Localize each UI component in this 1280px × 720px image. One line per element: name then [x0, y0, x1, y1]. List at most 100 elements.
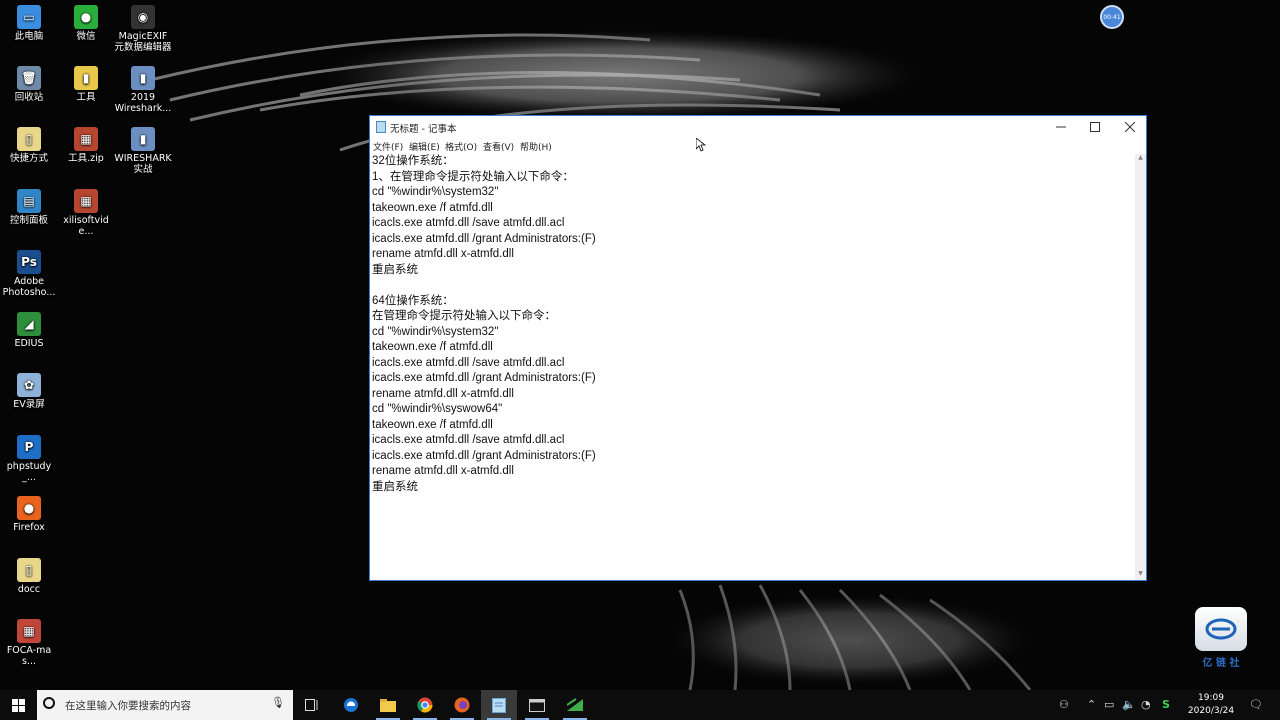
desktop-icon[interactable]: ▯ 快捷方式 — [0, 127, 58, 164]
desktop-app-icon: P — [17, 435, 41, 459]
text-line — [372, 278, 1135, 294]
text-line: 在管理命令提示符处输入以下命令： — [372, 310, 556, 322]
desktop-icon[interactable]: ◢ EDIUS — [0, 312, 58, 349]
desktop-icon[interactable]: ▦ 工具.zip — [57, 127, 115, 164]
text-line: cd "%windir%\system32" — [372, 186, 499, 198]
show-hidden-icons-chevron-icon[interactable]: ⌃ — [1087, 698, 1096, 711]
text-line: icacls.exe atmfd.dll /save atmfd.dll.acl — [372, 217, 565, 229]
desktop-icon-label: 工具.zip — [68, 153, 104, 164]
text-line: icacls.exe atmfd.dll /grant Administrato… — [372, 372, 596, 384]
desktop-icon[interactable]: ▯ docc — [0, 558, 58, 595]
desktop-icon[interactable]: ▤ 控制面板 — [0, 189, 58, 226]
notepad-icon — [492, 698, 506, 713]
menu-format[interactable]: 格式(O) — [445, 140, 477, 153]
maximize-icon — [1090, 122, 1100, 132]
taskbar-terminal[interactable] — [519, 690, 555, 720]
window-titlebar[interactable]: 无标题 - 记事本 — [370, 116, 1146, 138]
system-clock[interactable]: 19:09 2020/3/24 — [1176, 692, 1246, 718]
desktop-icon[interactable]: ● Firefox — [0, 496, 58, 533]
scroll-up-icon[interactable]: ▲ — [1135, 154, 1146, 164]
microphone-icon[interactable]: 🎙 — [271, 696, 285, 709]
desktop-icon[interactable]: ▦ FOCA-mas... — [0, 619, 58, 667]
desktop-app-icon: ▮ — [131, 66, 155, 90]
desktop-icon[interactable]: ✿ EV录屏 — [0, 373, 58, 410]
desktop-icon[interactable]: ▮ WIRESHARK 实战 — [114, 127, 172, 175]
desktop-icon-label: xilisoftvide... — [63, 215, 109, 237]
taskbar-file-explorer[interactable] — [370, 690, 406, 720]
desktop-icon-label: docc — [17, 584, 41, 595]
desktop-icon[interactable]: ▮ 工具 — [57, 66, 115, 103]
start-button[interactable] — [0, 690, 37, 720]
desktop-icon[interactable]: 🗑 回收站 — [0, 66, 58, 103]
taskbar-search[interactable]: 在这里输入你要搜索的内容 🎙 — [37, 690, 293, 720]
timer-badge: 00:41 — [1100, 5, 1124, 29]
desktop-icon[interactable]: ▮ 2019 Wireshark... — [114, 66, 172, 114]
desktop-icon[interactable]: ▦ xilisoftvide... — [57, 189, 115, 237]
close-button[interactable] — [1113, 116, 1147, 138]
notepad-window[interactable]: 无标题 - 记事本 文件(F) 编辑(E) 格式(O) 查看(V) 帮助(H) … — [369, 115, 1147, 581]
minimize-icon — [1056, 126, 1066, 128]
taskbar-edius[interactable] — [557, 690, 593, 720]
text-line: rename atmfd.dll x-atmfd.dll — [372, 248, 514, 260]
taskbar-notepad[interactable] — [481, 690, 517, 720]
text-line: 重启系统 — [372, 480, 418, 493]
desktop-app-icon: ● — [17, 496, 41, 520]
chrome-icon — [417, 697, 433, 713]
desktop-icon-label: Firefox — [13, 522, 45, 533]
desktop-app-icon: ▭ — [17, 5, 41, 29]
maximize-button[interactable] — [1078, 116, 1112, 138]
text-editor[interactable]: 32位操作系统： 1、在管理命令提示符处输入以下命令： cd "%windir%\s… — [370, 154, 1135, 580]
battery-icon[interactable]: ▭ — [1104, 698, 1114, 711]
desktop-app-icon: Ps — [17, 250, 41, 274]
desktop-app-icon: 🗑 — [17, 66, 41, 90]
text-line: icacls.exe atmfd.dll /grant Administrato… — [372, 449, 596, 462]
desktop-app-icon: ▤ — [17, 189, 41, 213]
desktop-icon[interactable]: ● 微信 — [57, 5, 115, 42]
scroll-down-icon[interactable]: ▼ — [1135, 570, 1146, 580]
desktop-icon-label: FOCA-mas... — [6, 645, 52, 667]
text-line: rename atmfd.dll x-atmfd.dll — [372, 465, 514, 477]
desktop-icon-label: MagicEXIF 元数据编辑器 — [114, 31, 172, 53]
firefox-icon — [454, 697, 470, 713]
taskbar-firefox[interactable] — [444, 690, 480, 720]
minimize-button[interactable] — [1044, 116, 1078, 138]
desktop-icon-label: 微信 — [76, 31, 96, 42]
window-title: 无标题 - 记事本 — [390, 124, 457, 135]
clock-date: 2020/3/24 — [1187, 706, 1235, 716]
volume-icon[interactable]: 🔈 — [1122, 698, 1136, 711]
task-view-icon — [305, 699, 318, 711]
desktop-icon[interactable]: Ps Adobe Photosho... — [0, 250, 58, 298]
terminal-icon — [529, 698, 545, 712]
text-line: takeown.exe /f atmfd.dll — [372, 418, 493, 431]
menu-help[interactable]: 帮助(H) — [520, 140, 552, 153]
watermark-text: 亿 链 社 — [1202, 658, 1240, 669]
text-line: takeown.exe /f atmfd.dll — [372, 341, 493, 353]
desktop-icon-label: Adobe Photosho... — [2, 276, 56, 298]
people-icon[interactable]: ⚇ — [1059, 698, 1069, 711]
taskbar-chrome[interactable] — [407, 690, 443, 720]
menu-edit[interactable]: 编辑(E) — [409, 140, 440, 153]
taskbar: 在这里输入你要搜索的内容 🎙 ⚇ ⌃ ▭ 🔈 ◔ S 19:09 2020/3/… — [0, 690, 1280, 720]
text-line: icacls.exe atmfd.dll /save atmfd.dll.acl — [372, 356, 565, 369]
desktop-app-icon: ▯ — [17, 558, 41, 582]
desktop-icon[interactable]: ◉ MagicEXIF 元数据编辑器 — [114, 5, 172, 53]
taskbar-edge[interactable] — [333, 690, 369, 720]
desktop-icon-label: 工具 — [76, 92, 96, 103]
vertical-scrollbar[interactable]: ▲ ▼ — [1135, 154, 1146, 580]
windows-logo-icon — [12, 698, 25, 712]
app-tray-icon[interactable]: S — [1162, 698, 1170, 711]
task-view-button[interactable] — [294, 690, 330, 720]
desktop-icon[interactable]: ▭ 此电脑 — [0, 5, 58, 42]
desktop-icon-label: 2019 Wireshark... — [114, 92, 172, 114]
mouse-cursor-icon — [696, 138, 706, 152]
menu-view[interactable]: 查看(V) — [483, 140, 514, 153]
text-line: icacls.exe atmfd.dll /grant Administrato… — [372, 232, 596, 245]
desktop-app-icon: ▯ — [17, 127, 41, 151]
notification-center-icon[interactable]: 🗨 — [1249, 698, 1263, 711]
text-line: cd "%windir%\syswow64" — [372, 403, 503, 415]
menu-file[interactable]: 文件(F) — [373, 140, 403, 153]
desktop-icon[interactable]: Pphpstudy_... — [0, 435, 58, 483]
network-icon[interactable]: ◔ — [1141, 698, 1151, 711]
desktop-icon-label: 回收站 — [14, 92, 44, 103]
clock-time: 19:09 — [1198, 693, 1224, 703]
